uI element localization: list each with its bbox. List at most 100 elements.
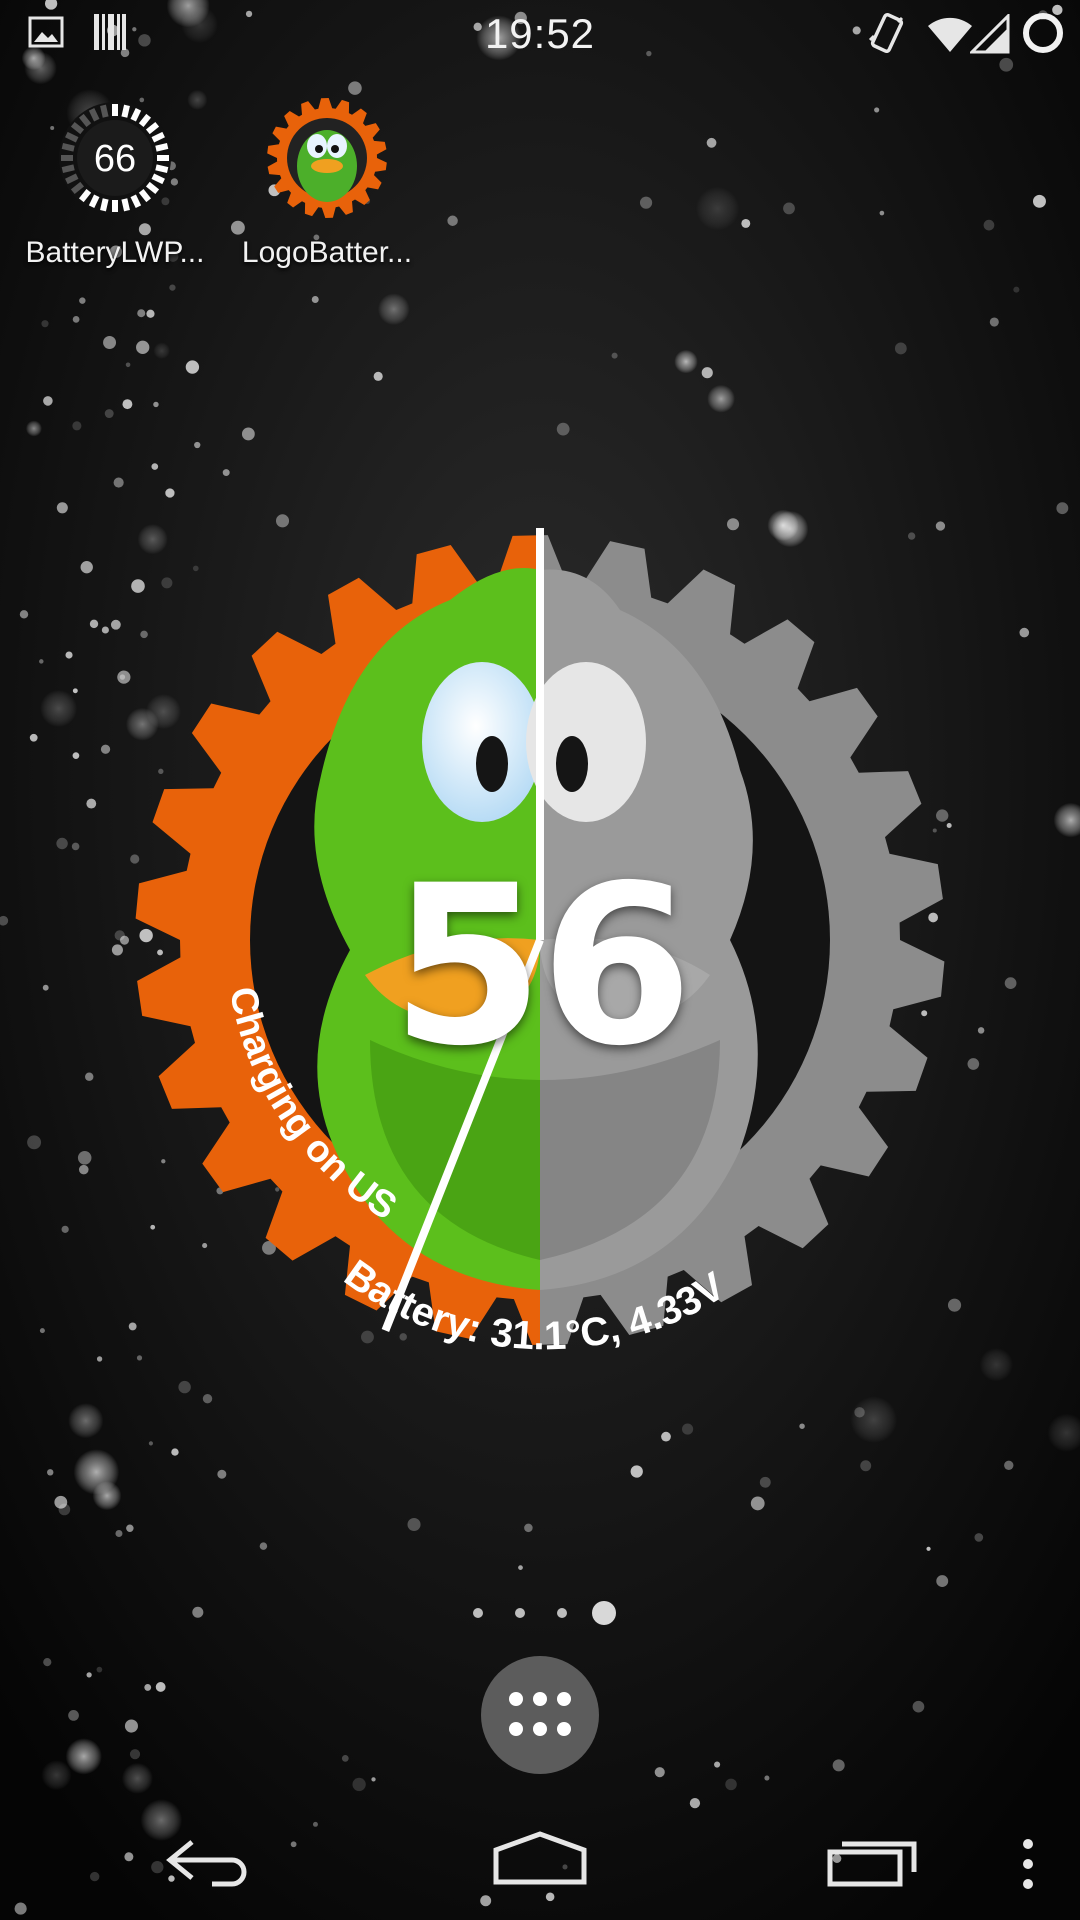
sparkle	[556, 422, 570, 436]
sparkle	[912, 1700, 925, 1713]
sparkle	[42, 984, 49, 991]
sparkle	[259, 1542, 268, 1550]
sparkle	[377, 293, 410, 326]
sparkle	[25, 420, 42, 437]
battery-widget[interactable]: Charging on USB Battery: 31.1°C, 4.33V 5…	[120, 520, 960, 1360]
sparkle	[1032, 194, 1046, 208]
sparkle	[725, 1778, 737, 1791]
sparkle	[661, 1431, 671, 1442]
wifi-icon	[928, 17, 972, 52]
sparkle	[983, 219, 995, 231]
overflow-menu-icon[interactable]	[1018, 1836, 1038, 1892]
sparkle	[72, 315, 80, 323]
sparkle	[27, 1135, 42, 1150]
app-drawer-button[interactable]	[481, 1656, 599, 1774]
sparkle	[707, 384, 735, 413]
recents-icon[interactable]	[826, 1836, 920, 1888]
sparkle	[974, 1533, 984, 1542]
sparkle	[194, 441, 201, 449]
sparkle	[759, 1476, 771, 1488]
sparkle	[100, 744, 111, 754]
ring-segment	[121, 104, 130, 118]
sparkle	[682, 1423, 694, 1435]
battery-ring-icon	[1023, 13, 1063, 53]
page-indicator	[0, 1598, 1080, 1628]
sparkle	[630, 1465, 643, 1478]
app-badge: 66	[94, 138, 136, 180]
app-battery-lwp[interactable]: 66 BatteryLWP...	[10, 96, 220, 270]
sparkle	[153, 342, 170, 359]
sparkle	[447, 215, 458, 226]
sparkle	[68, 1403, 104, 1439]
sparkle	[799, 1423, 805, 1429]
sparkle	[85, 1072, 94, 1081]
sparkle	[101, 626, 109, 634]
sparkle	[78, 1164, 89, 1175]
sparkle	[72, 752, 80, 759]
sparkle	[348, 81, 362, 95]
ring-segment	[155, 164, 169, 173]
sparkle	[72, 688, 78, 694]
sparkle	[222, 469, 230, 477]
sparkle	[148, 1441, 153, 1446]
sparkle	[41, 1760, 72, 1791]
vibrate-icon	[868, 13, 904, 53]
sparkle	[371, 1777, 376, 1782]
sparkle	[126, 1524, 134, 1532]
sparkle	[1013, 286, 1020, 293]
sparkle	[977, 1027, 985, 1034]
sparkle	[741, 219, 751, 228]
sparkle	[113, 477, 124, 488]
sparkle	[854, 1407, 865, 1418]
sparkle	[96, 1356, 103, 1362]
sparkle	[129, 1749, 141, 1760]
sparkle	[926, 1546, 931, 1551]
page-dot[interactable]	[473, 1608, 483, 1618]
back-icon[interactable]	[162, 1836, 254, 1888]
sparkle	[47, 1469, 54, 1476]
ring-segment	[61, 164, 75, 173]
page-dot[interactable]	[557, 1608, 567, 1618]
sparkle	[115, 1529, 123, 1538]
sparkle	[56, 837, 68, 850]
sparkle	[121, 1762, 153, 1794]
sparkle	[86, 1672, 92, 1678]
sparkle	[202, 1394, 213, 1404]
sparkle	[674, 349, 698, 374]
signal-icon	[970, 14, 1010, 54]
sparkle	[936, 1575, 949, 1588]
sparkle	[146, 309, 155, 318]
grid-dot	[533, 1722, 547, 1736]
duck-logo-icon	[267, 98, 387, 218]
sparkle	[29, 733, 38, 742]
sparkle	[125, 362, 131, 368]
sparkle	[1019, 627, 1030, 638]
page-dot[interactable]	[515, 1608, 525, 1618]
sparkle	[311, 296, 319, 303]
sparkle	[92, 1481, 122, 1511]
sparkle	[89, 619, 99, 629]
sparkle	[1004, 1460, 1014, 1470]
sparkle	[639, 196, 653, 209]
sparkle	[40, 689, 78, 728]
app-logo-battery[interactable]: LogoBatter...	[222, 96, 432, 270]
sparkle	[96, 1666, 103, 1673]
sparkle	[241, 427, 255, 441]
sparkle	[103, 336, 117, 349]
page-dot[interactable]	[592, 1601, 616, 1625]
sparkle	[68, 1710, 79, 1721]
ring-segment	[61, 143, 75, 152]
grid-dot	[509, 1692, 523, 1706]
sparkle	[79, 297, 86, 304]
sparkle	[611, 352, 618, 359]
sparkle	[124, 1719, 138, 1733]
sparkle	[19, 610, 29, 619]
sparkle	[1004, 977, 1017, 989]
sparkle	[77, 1151, 92, 1165]
sparkle	[1056, 502, 1069, 515]
sparkle	[879, 210, 885, 216]
home-icon[interactable]	[490, 1830, 590, 1886]
sparkle	[39, 659, 44, 664]
sparkle	[979, 1347, 1014, 1382]
sparkle	[151, 463, 159, 470]
